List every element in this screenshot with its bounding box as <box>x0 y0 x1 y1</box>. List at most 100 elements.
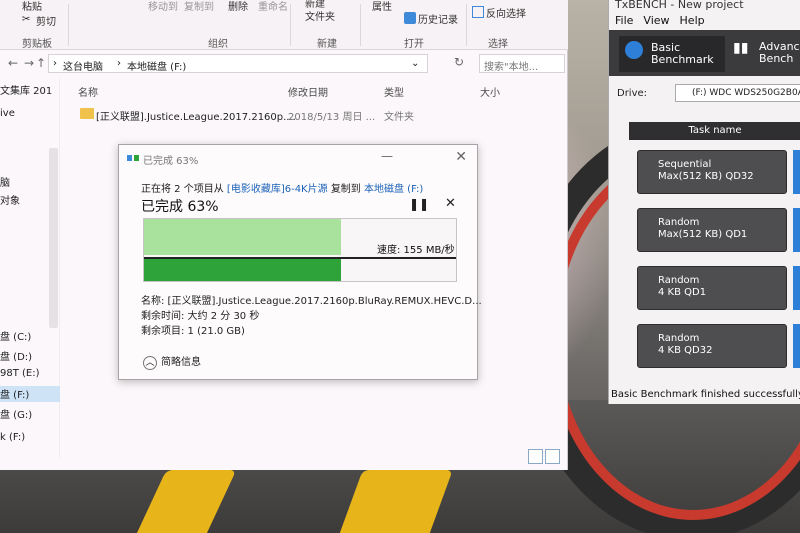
copy-progress-dialog: 已完成 63% — ✕ 正在将 2 个项目从 [电影收藏库]6-4K片源 复制到… <box>118 144 482 380</box>
items-remaining: 剩余项目: 1 (21.0 GB) <box>141 326 245 337</box>
menu-file[interactable]: File <box>615 14 633 27</box>
tab-basic-label: Basic Benchmark <box>651 41 714 66</box>
task-label: Random 4 KB QD32 <box>658 333 713 356</box>
new-folder-button[interactable]: 新建 文件夹 <box>305 0 335 24</box>
delete-button[interactable]: 删除 <box>228 0 248 13</box>
speed-graph-area <box>144 219 341 255</box>
ribbon-divider <box>68 4 69 46</box>
rename-button[interactable]: 重命名 <box>258 0 288 13</box>
ribbon-group-open: 打开 <box>404 39 424 50</box>
benchmark-tabs: Basic Benchmark ▮▮ Advanc Bench <box>609 30 800 76</box>
folder-icon <box>80 108 94 119</box>
menu-view[interactable]: View <box>643 14 669 27</box>
search-input[interactable]: 搜索"本地... <box>479 54 565 73</box>
file-name: [正义联盟].Justice.League.2017.2160p.... <box>96 112 296 123</box>
task-label: Random 4 KB QD1 <box>658 275 707 298</box>
task-button-random-4k-qd1[interactable]: Random 4 KB QD1 <box>637 266 787 310</box>
source-link[interactable]: [电影收藏库]6-4K片源 <box>227 184 328 195</box>
close-icon[interactable]: ✕ <box>455 149 467 165</box>
cancel-icon[interactable]: ✕ <box>445 196 456 211</box>
bar-chart-icon: ▮▮ <box>733 40 749 56</box>
nav-item-onedrive[interactable]: ive <box>0 108 60 124</box>
nav-item-drive-f[interactable]: 盘 (F:) <box>0 386 60 402</box>
task-name-header: Task name <box>629 122 800 140</box>
properties-button[interactable]: 属性 <box>372 0 392 13</box>
breadcrumb-this-pc[interactable]: 这台电脑 <box>63 58 103 73</box>
task-button-random-4k-qd32[interactable]: Random 4 KB QD32 <box>637 324 787 368</box>
view-toggle <box>528 449 562 467</box>
result-cell <box>793 150 800 194</box>
destination-link[interactable]: 本地磁盘 (F:) <box>364 184 423 195</box>
drive-label: Drive: <box>617 88 648 99</box>
copy-to-button[interactable]: 复制到 <box>184 0 214 13</box>
task-button-sequential-max[interactable]: Sequential Max(512 KB) QD32 <box>637 150 787 194</box>
drive-select[interactable]: (F:) WDC WDS250G2B0A-0 <box>675 84 800 102</box>
task-button-random-max[interactable]: Random Max(512 KB) QD1 <box>637 208 787 252</box>
file-name-detail: 名称: [正义联盟].Justice.League.2017.2160p.Blu… <box>141 296 482 307</box>
table-row[interactable]: [正义联盟].Justice.League.2017.2160p.... 201… <box>76 106 546 124</box>
speed-label: 速度: 155 MB/秒 <box>377 245 455 256</box>
menu-bar: File View Help <box>615 14 715 27</box>
history-icon <box>404 12 416 24</box>
breadcrumb-drive-f[interactable]: 本地磁盘 (F:) <box>127 58 186 73</box>
search-placeholder: 搜索"本地... <box>484 62 539 73</box>
tab-basic-benchmark[interactable]: Basic Benchmark <box>619 36 725 72</box>
details-view-icon[interactable] <box>528 449 543 464</box>
drive-value: (F:) WDC WDS250G2B0A-0 <box>692 88 800 98</box>
tiles-view-icon[interactable] <box>545 449 560 464</box>
cut-button[interactable]: 剪切 <box>36 13 56 28</box>
ribbon-group-organize: 组织 <box>208 39 228 50</box>
history-button[interactable]: 历史记录 <box>418 11 458 26</box>
nav-item-library[interactable]: 文集库 201 <box>0 82 60 98</box>
copy-to-text: 复制到 <box>330 184 361 195</box>
column-header-size[interactable]: 大小 <box>480 84 500 99</box>
result-cell <box>793 324 800 368</box>
ribbon-divider <box>290 4 291 46</box>
tab-advanced-benchmark[interactable]: Advanc Bench <box>759 41 800 65</box>
forward-arrow-icon[interactable]: → <box>24 56 34 70</box>
nav-item-drive-e[interactable]: 98T (E:) <box>0 368 60 384</box>
ribbon-group-clipboard: 剪贴板 <box>22 39 52 50</box>
column-header-type[interactable]: 类型 <box>384 84 404 99</box>
nav-item-drive-c[interactable]: 盘 (C:) <box>0 328 60 344</box>
invert-selection-icon <box>472 6 484 18</box>
move-to-button[interactable]: 移动到 <box>148 0 178 13</box>
column-header-name[interactable]: 名称 <box>78 84 98 99</box>
file-type: 文件夹 <box>384 112 414 123</box>
progress-title: 已完成 63% <box>141 199 219 215</box>
nav-item-drive-d[interactable]: 盘 (D:) <box>0 348 60 364</box>
copy-summary-prefix: 正在将 2 个项目从 <box>141 184 224 195</box>
file-modified: 2018/5/13 周日 ... <box>288 112 376 123</box>
result-cell <box>793 208 800 252</box>
refresh-icon[interactable]: ↻ <box>454 55 464 69</box>
paste-button[interactable]: 粘贴 <box>22 0 42 13</box>
breadcrumb-separator: › <box>117 58 121 69</box>
minimize-icon[interactable]: — <box>381 149 393 163</box>
nav-item-drive-g[interactable]: 盘 (G:) <box>0 406 60 422</box>
fewer-details-button[interactable]: ︿ 简略信息 <box>143 353 201 370</box>
nav-scrollbar[interactable] <box>49 148 58 328</box>
chevron-down-icon[interactable]: ⌄ <box>411 58 419 69</box>
pause-icon[interactable]: ❚❚ <box>409 197 429 211</box>
task-label: Sequential Max(512 KB) QD32 <box>658 159 754 182</box>
ribbon: 粘贴 剪切 ✂ 移动到 复制到 删除 重命名 新建 文件夹 属性 历史记录 反向… <box>0 0 568 50</box>
ribbon-group-new: 新建 <box>317 39 337 50</box>
fewer-details-label: 简略信息 <box>161 357 201 368</box>
menu-help[interactable]: Help <box>680 14 705 27</box>
back-arrow-icon[interactable]: ← <box>8 56 18 70</box>
window-title: TxBENCH - New project <box>615 0 744 11</box>
txbench-window: TxBENCH - New project File View Help Basic… <box>608 0 800 404</box>
dialog-title: 已完成 63% <box>143 156 199 167</box>
address-bar[interactable]: › 这台电脑 › 本地磁盘 (F:) ⌄ <box>48 54 428 73</box>
result-cell <box>793 266 800 310</box>
column-header-modified[interactable]: 修改日期 <box>288 84 328 99</box>
progress-bar-fill <box>144 259 341 281</box>
invert-selection-button[interactable]: 反向选择 <box>486 5 526 20</box>
copy-summary: 正在将 2 个项目从 [电影收藏库]6-4K片源 复制到 本地磁盘 (F:) <box>141 180 423 195</box>
ribbon-divider <box>360 4 361 46</box>
up-arrow-icon[interactable]: ↑ <box>36 56 46 70</box>
ribbon-group-select: 选择 <box>488 39 508 50</box>
nav-item-network-f[interactable]: k (F:) <box>0 432 60 448</box>
time-remaining: 剩余时间: 大约 2 分 30 秒 <box>141 311 260 322</box>
breadcrumb-separator: › <box>53 58 57 69</box>
